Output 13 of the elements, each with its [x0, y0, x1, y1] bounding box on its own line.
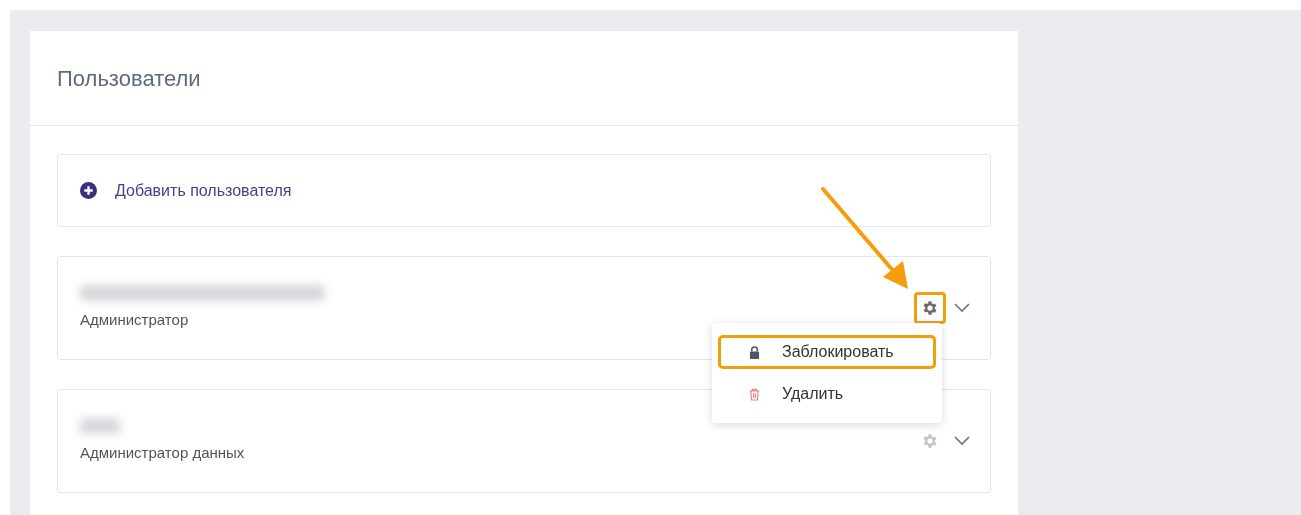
lock-icon: [749, 345, 760, 359]
page-title: Пользователи: [57, 64, 201, 93]
add-user-button[interactable]: Добавить пользователя: [57, 154, 991, 227]
settings-icon[interactable]: [921, 299, 939, 317]
plus-circle-icon: [80, 182, 97, 199]
chevron-down-icon[interactable]: [954, 303, 970, 313]
blurred-name: [80, 417, 120, 434]
user-role: Администратор: [80, 309, 190, 330]
trash-icon: [749, 387, 760, 401]
chevron-down-icon[interactable]: [954, 436, 970, 446]
user-role: Администратор данных: [80, 442, 245, 463]
menu-item[interactable]: Заблокировать: [718, 335, 936, 369]
menu-item[interactable]: Удалить: [718, 377, 936, 411]
